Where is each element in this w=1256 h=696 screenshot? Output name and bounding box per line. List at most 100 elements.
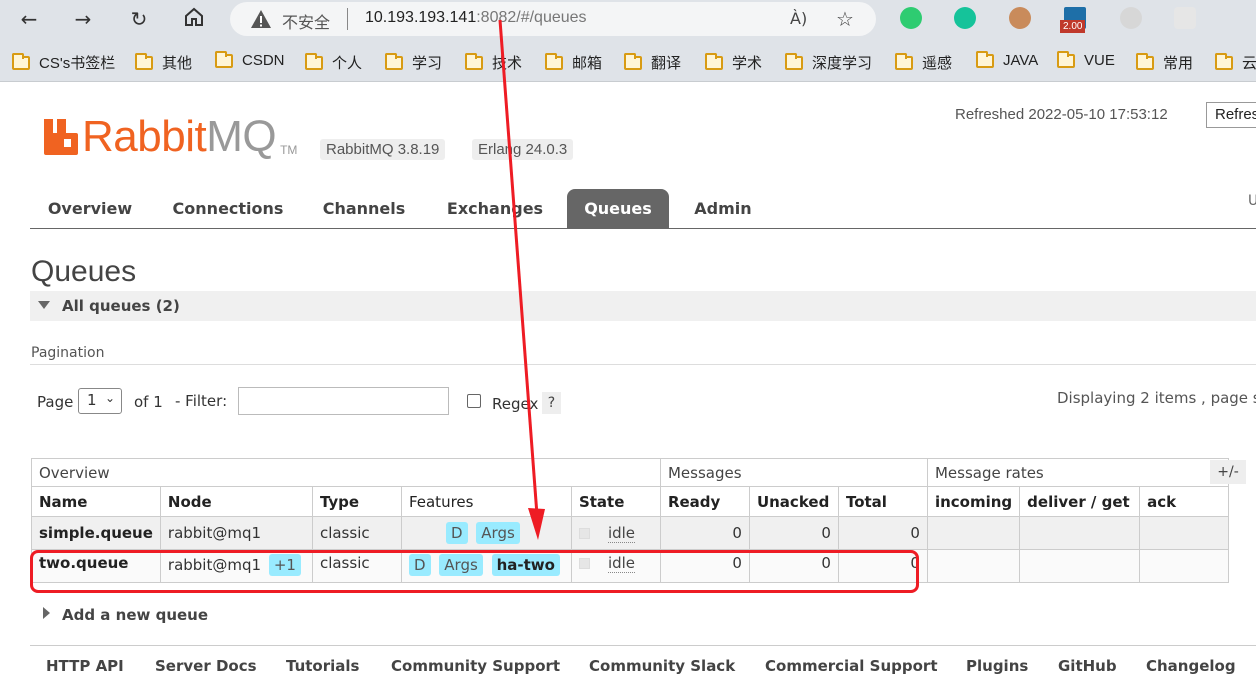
folder-icon: [895, 52, 913, 70]
folder-icon: [215, 50, 233, 68]
folder-icon: [1057, 50, 1075, 68]
incoming-cell: [926, 549, 1021, 583]
grammarly-extension-icon[interactable]: [954, 7, 976, 29]
url-host: 10.193.193.141: [365, 9, 477, 26]
footer-link-tutorials[interactable]: Tutorials: [286, 657, 359, 675]
footer-link-plugins[interactable]: Plugins: [966, 657, 1028, 675]
insecure-label: 不安全: [282, 13, 331, 32]
tab-exchanges[interactable]: Exchanges: [440, 189, 550, 228]
bookmark-folder[interactable]: 深度学习: [785, 52, 872, 73]
tab-queues[interactable]: Queues: [567, 189, 669, 228]
forward-icon[interactable]: →: [70, 6, 96, 32]
table-row[interactable]: simple.queue rabbit@mq1 classic D Args i…: [31, 516, 1230, 550]
folder-icon: [465, 52, 483, 70]
address-bar[interactable]: 不安全 10.193.193.141:8082/#/queues À) ☆: [230, 2, 876, 36]
shield-extension-icon[interactable]: [900, 7, 922, 29]
bookmark-folder[interactable]: 翻译: [624, 52, 681, 73]
rabbit-logo-icon: [44, 119, 78, 155]
bookmark-folder[interactable]: 常用: [1136, 52, 1193, 73]
expand-triangle-icon[interactable]: [43, 607, 50, 619]
queue-name-cell[interactable]: simple.queue: [31, 516, 161, 550]
chevron-down-icon: ⌄: [104, 391, 115, 405]
footer-link-github[interactable]: GitHub: [1058, 657, 1117, 675]
page-label: Page: [37, 393, 74, 411]
folder-icon: [545, 52, 563, 70]
home-icon[interactable]: [181, 6, 207, 32]
v-extension-icon[interactable]: [1120, 7, 1142, 29]
bookmark-folder[interactable]: 邮箱: [545, 52, 602, 73]
tab-admin[interactable]: Admin: [686, 189, 760, 228]
all-queues-title[interactable]: All queues (2): [62, 297, 180, 315]
deliver-get-cell: [1019, 549, 1141, 583]
read-aloud-icon[interactable]: À): [790, 9, 807, 28]
col-node[interactable]: Node: [159, 486, 313, 517]
refresh-button[interactable]: Refres: [1206, 102, 1256, 128]
footer-link-server-docs[interactable]: Server Docs: [155, 657, 257, 675]
back-icon[interactable]: ←: [16, 6, 42, 32]
regex-checkbox[interactable]: [467, 394, 481, 408]
footer-link-changelog[interactable]: Changelog: [1146, 657, 1236, 675]
reload-icon[interactable]: ↻: [126, 6, 152, 32]
bookmark-folder[interactable]: CS's书签栏: [12, 52, 115, 73]
bookmark-folder[interactable]: 个人: [305, 52, 362, 73]
col-name[interactable]: Name: [31, 486, 161, 517]
all-queues-section-header[interactable]: [30, 291, 1256, 321]
folder-icon: [976, 50, 994, 68]
url-path: :8082/#/queues: [476, 9, 587, 26]
filter-input[interactable]: [238, 387, 449, 415]
extension-badge: 2.00: [1060, 20, 1086, 33]
filter-label: - Filter:: [175, 392, 228, 410]
folder-icon: [785, 52, 803, 70]
col-total[interactable]: Total: [837, 486, 928, 517]
bookmark-folder[interactable]: VUE: [1057, 50, 1115, 69]
footer-link-community-support[interactable]: Community Support: [391, 657, 560, 675]
col-ack[interactable]: ack: [1139, 486, 1230, 517]
bookmark-folder[interactable]: 技术: [465, 52, 522, 73]
state-cell: idle: [570, 516, 661, 550]
footer-link-http-api[interactable]: HTTP API: [46, 657, 124, 675]
bookmark-folder[interactable]: CSDN: [215, 50, 285, 69]
feature-durable-tag[interactable]: D: [445, 522, 468, 544]
col-unacked[interactable]: Unacked: [748, 486, 839, 517]
bookmark-folder[interactable]: 学术: [705, 52, 762, 73]
footer-link-community-slack[interactable]: Community Slack: [589, 657, 735, 675]
favorite-star-icon[interactable]: ☆: [836, 7, 854, 31]
col-ready[interactable]: Ready: [659, 486, 750, 517]
url-text[interactable]: 10.193.193.141:8082/#/queues: [365, 9, 587, 27]
col-type[interactable]: Type: [311, 486, 402, 517]
bookmark-folder[interactable]: 学习: [385, 52, 442, 73]
folder-icon: [385, 52, 403, 70]
group-header-row: Overview Messages Message rates: [31, 458, 1230, 487]
owl-extension-icon[interactable]: [1009, 7, 1031, 29]
col-state[interactable]: State: [570, 486, 661, 517]
main-tabs: Overview Connections Channels Exchanges …: [30, 189, 1256, 229]
col-features[interactable]: Features: [400, 486, 572, 517]
folder-icon: [12, 52, 30, 70]
state-indicator: [578, 528, 590, 539]
extensions-puzzle-icon[interactable]: [1174, 7, 1196, 29]
bookmark-folder[interactable]: JAVA: [976, 50, 1038, 69]
bookmark-folder[interactable]: 云: [1215, 52, 1256, 73]
col-incoming[interactable]: incoming: [926, 486, 1021, 517]
rabbitmq-logo[interactable]: RabbitMQ TM: [44, 113, 297, 161]
warning-icon: [251, 10, 271, 28]
displaying-items-text: Displaying 2 items , page s: [1057, 389, 1256, 407]
tab-overview[interactable]: Overview: [40, 189, 140, 228]
columns-toggle-button[interactable]: +/-: [1210, 460, 1246, 484]
erlang-version-badge: Erlang 24.0.3: [472, 139, 574, 160]
page-select[interactable]: 1 ⌄: [78, 388, 122, 414]
add-queue-section[interactable]: Add a new queue: [62, 606, 208, 624]
regex-help-button[interactable]: ?: [542, 392, 561, 414]
collapse-triangle-icon[interactable]: [38, 301, 50, 309]
tab-connections[interactable]: Connections: [166, 189, 290, 228]
col-deliver-get[interactable]: deliver / get: [1019, 486, 1141, 517]
bookmark-folder[interactable]: 遥感: [895, 52, 952, 73]
folder-icon: [1136, 52, 1154, 70]
bookmark-folder[interactable]: 其他: [135, 52, 192, 73]
footer-link-commercial-support[interactable]: Commercial Support: [765, 657, 938, 675]
tab-channels[interactable]: Channels: [315, 189, 413, 228]
folder-icon: [624, 52, 642, 70]
group-header-message-rates: Message rates: [926, 458, 1230, 487]
queue-name-link[interactable]: simple.queue: [39, 524, 153, 542]
feature-args-tag[interactable]: Args: [476, 522, 520, 544]
